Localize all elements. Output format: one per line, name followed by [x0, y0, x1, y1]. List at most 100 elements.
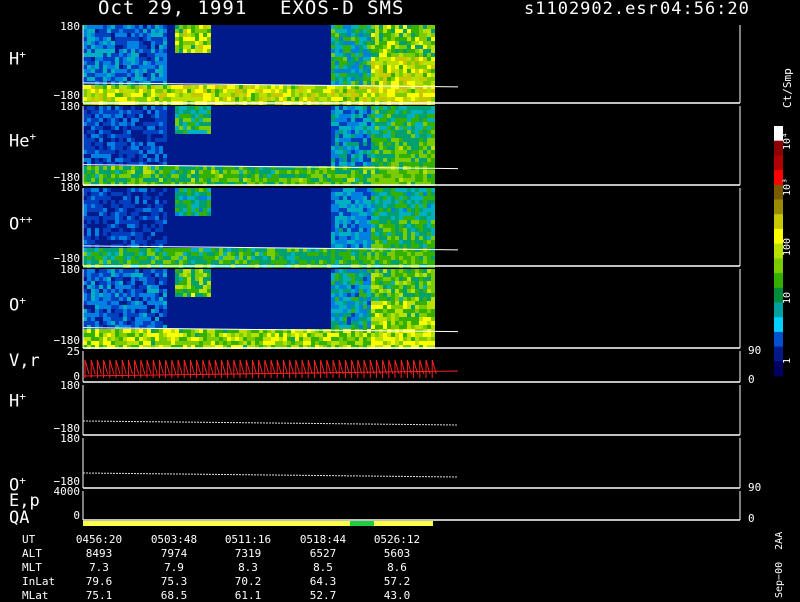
velocity-mark	[358, 360, 362, 378]
spectrogram-cell	[115, 37, 119, 41]
spectrogram-cell	[411, 170, 415, 174]
spectrogram-cell	[151, 240, 155, 244]
spectrogram-cell	[87, 273, 91, 277]
spectrogram-cell	[91, 240, 95, 244]
spectrogram-cell	[83, 248, 87, 252]
spectrogram-cell	[391, 138, 395, 142]
spectrogram-cell	[199, 110, 203, 114]
spectrogram-cell	[87, 106, 91, 110]
spectrogram-cell	[139, 333, 143, 337]
spectrogram-cell	[375, 301, 379, 305]
spectrogram-cell	[95, 281, 99, 285]
spectrogram-cell	[115, 228, 119, 232]
spectrogram-cell	[327, 341, 331, 345]
spectrogram-cell	[135, 337, 139, 341]
spectrogram-cell	[335, 232, 339, 236]
spectrogram-cell	[95, 166, 99, 170]
spectrogram-cell	[95, 130, 99, 134]
spectrogram-cell	[319, 329, 323, 333]
spectrogram-cell	[423, 114, 427, 118]
spectrogram-cell	[111, 220, 115, 224]
spectrogram-cell	[123, 333, 127, 337]
spectrogram-cell	[431, 297, 435, 301]
spectrogram-cell	[147, 142, 151, 146]
spectrogram-cell	[415, 248, 419, 252]
spectrogram-cell	[371, 150, 375, 154]
spectrogram-cell	[407, 244, 411, 248]
spectrogram-cell	[131, 41, 135, 45]
spectrogram-cell	[99, 333, 103, 337]
spectrogram-cell	[143, 158, 147, 162]
spectrogram-cell	[279, 93, 283, 97]
spectrogram-cell	[151, 170, 155, 174]
spectrogram-cell	[371, 285, 375, 289]
spectrogram-cell	[99, 273, 103, 277]
spectrogram-cell	[411, 337, 415, 341]
spectrogram-cell	[363, 240, 367, 244]
spectrogram-cell	[143, 25, 147, 29]
spectrogram-cell	[415, 77, 419, 81]
spectrogram-cell	[175, 208, 179, 212]
spectrogram-cell	[203, 208, 207, 212]
spectrogram-cell	[151, 61, 155, 65]
spectrogram-cell	[211, 329, 215, 333]
spectrogram-cell	[343, 305, 347, 309]
spectrogram-cell	[195, 208, 199, 212]
spectrogram-cell	[411, 162, 415, 166]
spectrogram-cell	[331, 162, 335, 166]
spectrogram-cell	[167, 333, 171, 337]
spectrogram-cell	[419, 65, 423, 69]
spectrogram-cell	[351, 232, 355, 236]
spectrogram-cell	[115, 192, 119, 196]
spectrogram-cell	[423, 256, 427, 260]
spectrogram-cell	[363, 45, 367, 49]
spectrogram-cell	[403, 289, 407, 293]
spectrogram-cell	[263, 252, 267, 256]
spectrogram-cell	[183, 97, 187, 101]
spectrogram-cell	[115, 114, 119, 118]
spectrogram-cell	[139, 337, 143, 341]
spectrogram-cell	[403, 118, 407, 122]
spectrogram-cell	[331, 138, 335, 142]
spectrogram-cell	[259, 85, 263, 89]
spectrogram-cell	[103, 45, 107, 49]
spectrogram-cell	[399, 61, 403, 65]
spectrogram-cell	[115, 232, 119, 236]
spectrogram-cell	[415, 146, 419, 150]
spectrogram-cell	[103, 89, 107, 93]
spectrogram-cell	[407, 134, 411, 138]
ephemeris-cell: 0518:44	[288, 533, 358, 546]
spectrogram-cell	[155, 174, 159, 178]
spectrogram-cell	[307, 178, 311, 182]
spectrogram-cell	[143, 317, 147, 321]
spectrogram-cell	[415, 89, 419, 93]
spectrogram-cell	[147, 289, 151, 293]
spectrogram-cell	[103, 174, 107, 178]
spectrogram-cell	[191, 200, 195, 204]
spectrogram-cell	[403, 196, 407, 200]
spectrogram-cell	[343, 166, 347, 170]
spectrogram-cell	[379, 45, 383, 49]
spectrogram-cell	[231, 174, 235, 178]
spectrogram-cell	[143, 256, 147, 260]
spectrogram-cell	[423, 337, 427, 341]
spectrogram-cell	[391, 162, 395, 166]
spectrogram-cell	[403, 305, 407, 309]
spectrogram-cell	[399, 49, 403, 53]
spectrogram-cell	[183, 170, 187, 174]
spectrogram-cell	[419, 196, 423, 200]
spectrogram-cell	[143, 196, 147, 200]
spectrogram-cell	[355, 174, 359, 178]
spectrogram-cell	[135, 73, 139, 77]
spectrogram-cell	[263, 337, 267, 341]
spectrogram-cell	[383, 122, 387, 126]
spectrogram-cell	[131, 297, 135, 301]
spectrogram-cell	[415, 130, 419, 134]
spectrogram-cell	[411, 158, 415, 162]
spectrogram-cell	[403, 228, 407, 232]
spectrogram-cell	[83, 341, 87, 345]
spectrogram-cell	[179, 196, 183, 200]
spectrogram-cell	[347, 256, 351, 260]
spectrogram-cell	[351, 269, 355, 273]
spectrogram-cell	[359, 77, 363, 81]
